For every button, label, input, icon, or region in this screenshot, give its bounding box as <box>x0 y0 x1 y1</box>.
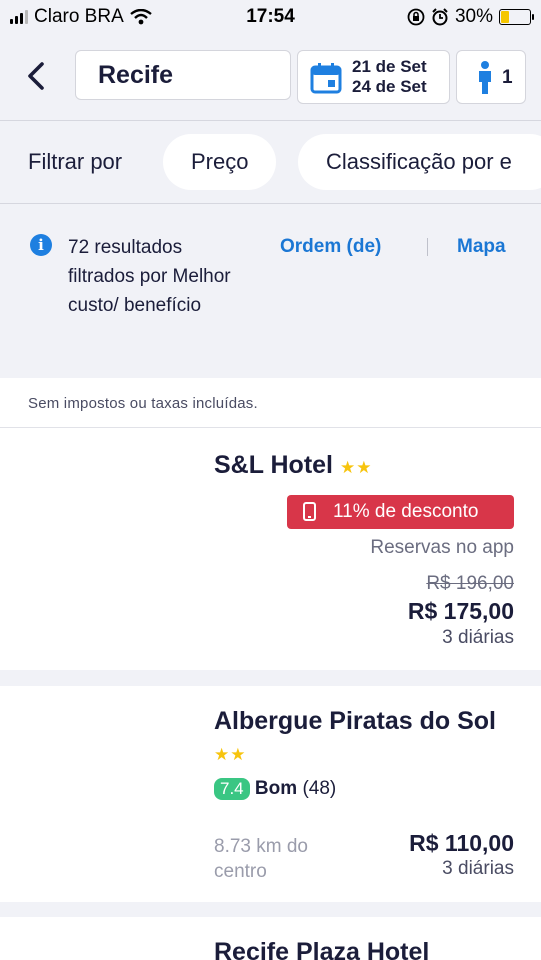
discount-text: 11% de desconto <box>333 501 479 522</box>
tax-note: Sem impostos ou taxas incluídas. <box>28 395 258 412</box>
hotel-name: S&L Hotel ★★ <box>214 450 372 483</box>
hotel-name-text: S&L Hotel <box>214 451 333 479</box>
rotation-lock-icon <box>407 8 425 26</box>
nights: 3 diárias <box>442 627 514 648</box>
dates-text: 21 de Set 24 de Set <box>352 57 427 97</box>
price: R$ 110,00 <box>409 830 514 856</box>
sort-order-link[interactable]: Ordem (de) <box>280 236 381 258</box>
battery-fill <box>501 11 509 23</box>
hotel-card[interactable]: Albergue Piratas do Sol ★★ 7.4 Bom (48) … <box>0 686 541 902</box>
rating: 7.4 Bom (48) <box>214 778 336 800</box>
guests-count: 1 <box>502 67 513 88</box>
battery-percent: 30% <box>454 6 493 27</box>
destination-value: Recife <box>98 61 174 89</box>
hotel-stars: ★★ <box>214 745 247 764</box>
results-info: i 72 resultados filtrados por Melhor cus… <box>0 204 541 378</box>
hotel-name-text: Albergue Piratas do Sol <box>214 707 497 735</box>
hotel-name: Recife Plaza Hotel <box>214 938 430 960</box>
destination-field[interactable]: Recife <box>75 50 291 100</box>
filter-chip-price[interactable]: Preço <box>163 134 277 190</box>
map-link[interactable]: Mapa <box>457 236 506 258</box>
alarm-icon <box>432 8 448 26</box>
checkin-date: 21 de Set <box>352 57 427 76</box>
tax-notice: Sem impostos ou taxas incluídas. <box>0 378 541 428</box>
rating-label: Bom <box>254 778 298 799</box>
search-header: Recife 21 de Set 24 de Set 1 <box>0 36 541 121</box>
battery-icon <box>499 9 534 25</box>
hotel-card[interactable]: Recife Plaza Hotel <box>0 917 541 960</box>
review-count: (48) <box>302 778 337 799</box>
person-icon <box>479 61 491 94</box>
app-booking-note: Reservas no app <box>370 537 514 558</box>
hotel-stars: ★★ <box>339 458 373 477</box>
mobile-phone-icon <box>303 502 316 521</box>
old-price: R$ 196,00 <box>426 573 514 594</box>
checkout-date: 24 de Set <box>352 77 427 96</box>
back-arrow-icon[interactable] <box>22 56 52 96</box>
guests-field[interactable]: 1 <box>456 50 526 104</box>
score-badge: 7.4 <box>214 778 250 800</box>
discount-badge: 11% de desconto <box>287 495 514 529</box>
filter-bar: Filtrar por Preço Classificação por e <box>0 121 541 204</box>
hotel-card[interactable]: S&L Hotel ★★ 11% de desconto Reservas no… <box>0 428 541 670</box>
results-summary: 72 resultados filtrados por Melhor custo… <box>68 237 231 316</box>
info-icon: i <box>30 234 52 256</box>
calendar-icon <box>310 63 342 94</box>
dates-field[interactable]: 21 de Set 24 de Set <box>297 50 450 104</box>
status-bar: Claro BRA 17:54 30% <box>0 0 541 36</box>
filter-chip-rating[interactable]: Classificação por e <box>298 134 541 190</box>
nights: 3 diárias <box>442 858 514 879</box>
filter-label: Filtrar por <box>28 149 123 174</box>
status-right: 30% <box>407 6 534 28</box>
hotel-name: Albergue Piratas do Sol ★★ <box>214 706 504 770</box>
link-divider <box>427 238 428 256</box>
price: R$ 175,00 <box>407 598 514 624</box>
distance: 8.73 km do centro <box>214 836 308 882</box>
